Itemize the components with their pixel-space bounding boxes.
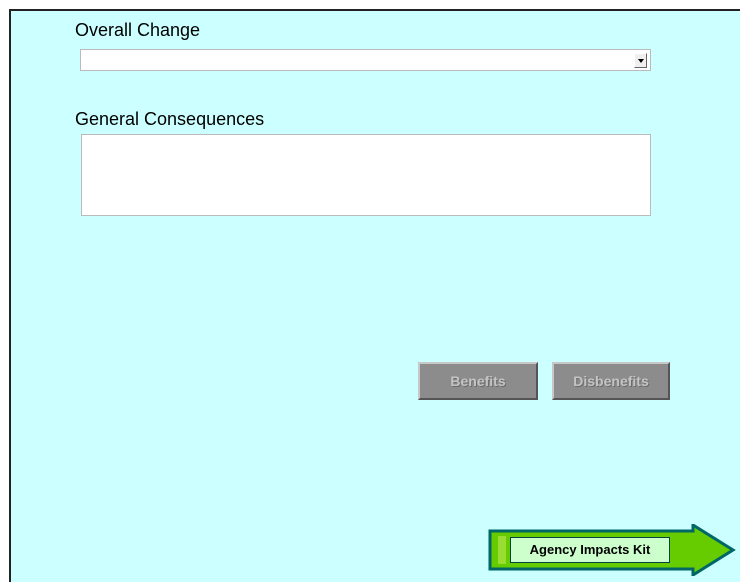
form-page: Overall Change General Consequences Bene… [0, 0, 740, 582]
benefits-button[interactable]: Benefits [418, 362, 538, 400]
overall-change-label: Overall Change [75, 20, 201, 40]
general-consequences-label: General Consequences [75, 109, 265, 129]
chevron-down-icon[interactable] [634, 53, 647, 68]
frame-left [0, 0, 9, 582]
agency-impacts-kit-label: Agency Impacts Kit [510, 537, 670, 563]
general-consequences-field[interactable] [81, 134, 651, 216]
form-border [9, 9, 740, 582]
frame-top [0, 0, 740, 9]
disbenefits-button[interactable]: Disbenefits [552, 362, 670, 400]
overall-change-combo[interactable] [80, 49, 651, 71]
agency-impacts-kit-button[interactable]: Agency Impacts Kit [488, 524, 736, 576]
